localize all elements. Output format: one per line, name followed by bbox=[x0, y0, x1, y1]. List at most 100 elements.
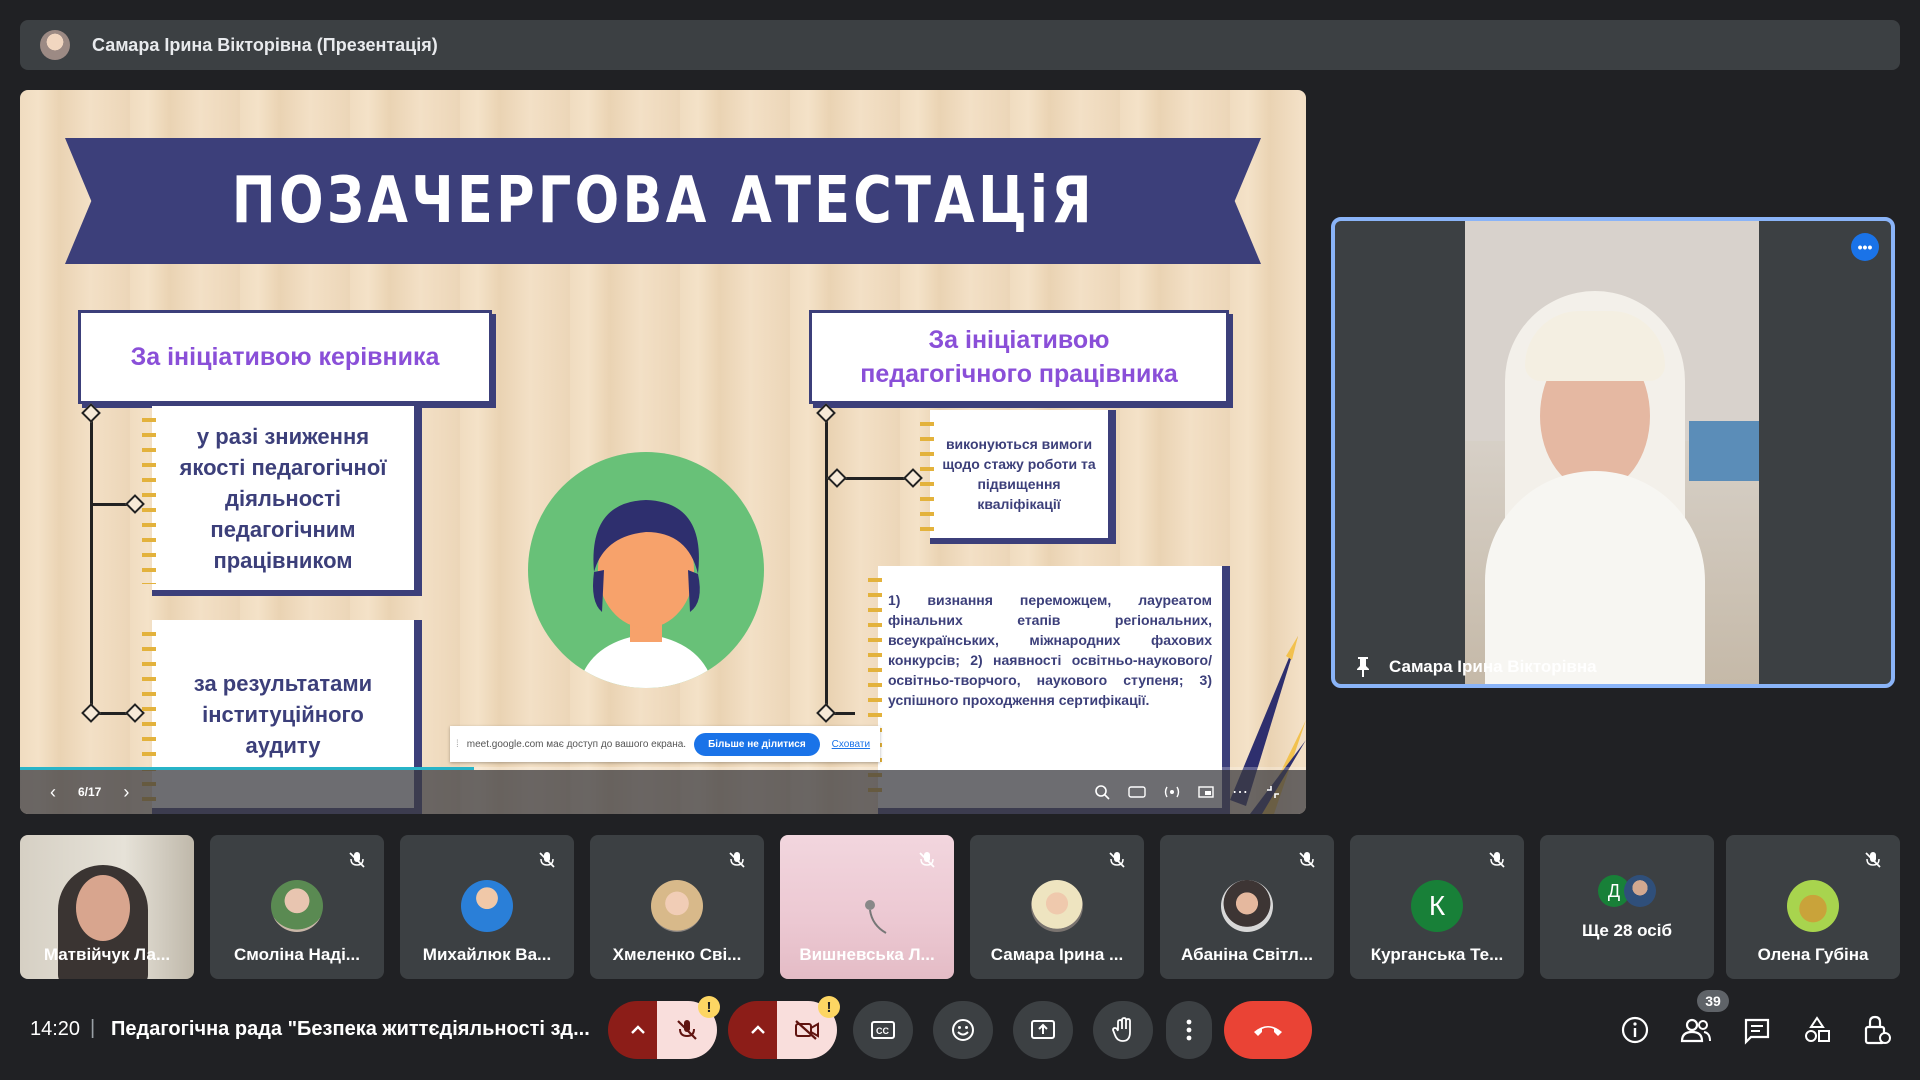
chat-icon[interactable] bbox=[1742, 1016, 1772, 1046]
participant-name: Курганська Те... bbox=[1370, 945, 1504, 964]
right-card-2-text: 1) визнання переможцем, лауреатом фіналь… bbox=[888, 592, 1212, 708]
camera-off-icon bbox=[795, 1020, 819, 1040]
next-slide-icon[interactable]: › bbox=[123, 782, 129, 803]
participant-avatar bbox=[1624, 875, 1656, 907]
drag-handle-icon[interactable]: ⁞ bbox=[456, 739, 459, 750]
exit-fullscreen-icon[interactable] bbox=[1266, 785, 1280, 799]
mic-off-icon bbox=[349, 852, 365, 868]
stop-sharing-button[interactable]: Більше не ділитися bbox=[694, 732, 820, 756]
more-options-button[interactable] bbox=[1166, 1001, 1212, 1059]
participant-tile[interactable]: Абаніна Світл... bbox=[1160, 835, 1334, 979]
more-options-button[interactable]: ••• bbox=[1851, 233, 1879, 261]
presenter-video-tile[interactable]: ••• Самара Ірина Вікторівна bbox=[1331, 217, 1895, 688]
mic-off-icon bbox=[1299, 852, 1315, 868]
left-card-1-text: у разі зниження якості педагогічної діял… bbox=[179, 423, 387, 573]
connector-node bbox=[81, 403, 101, 423]
participant-name: Матвійчук Ла... bbox=[43, 945, 171, 964]
chevron-up-icon bbox=[751, 1025, 765, 1034]
participant-avatar bbox=[461, 880, 513, 932]
more-participants-label: Ще 28 осіб bbox=[1582, 921, 1672, 940]
presentation-title: Самара Ірина Вікторівна (Презентація) bbox=[92, 34, 438, 55]
connector-node bbox=[816, 703, 836, 723]
left-card-2-text: за результатами інституційного аудиту bbox=[193, 670, 373, 758]
right-card-1: виконуються вимоги щодо стажу роботи та … bbox=[920, 410, 1116, 544]
participants-count-badge: 39 bbox=[1697, 990, 1729, 1012]
participant-tile[interactable]: Вишневська Л... bbox=[780, 835, 954, 979]
hang-up-icon bbox=[1254, 1026, 1282, 1036]
slide-controls: ‹ 6/17 › ⋯ bbox=[20, 770, 1306, 814]
participant-avatar bbox=[1221, 880, 1273, 932]
leave-call-button[interactable] bbox=[1224, 1001, 1312, 1059]
mic-off-icon bbox=[729, 852, 745, 868]
participant-name: Олена Губіна bbox=[1757, 945, 1869, 964]
connector-node bbox=[816, 403, 836, 423]
keyboard-icon[interactable] bbox=[1128, 785, 1146, 799]
svg-text:CC: CC bbox=[876, 1026, 889, 1036]
mic-off-icon bbox=[1865, 852, 1881, 868]
meeting-info-icon[interactable] bbox=[1620, 1015, 1650, 1045]
mic-off-icon bbox=[919, 852, 935, 868]
layout-icon[interactable] bbox=[1198, 785, 1214, 799]
participant-name: Смоліна Наді... bbox=[234, 945, 360, 964]
presenter-video bbox=[1465, 221, 1759, 684]
captions-icon: CC bbox=[871, 1021, 895, 1039]
prev-slide-icon[interactable]: ‹ bbox=[50, 782, 56, 803]
mic-off-icon bbox=[1489, 852, 1505, 868]
right-card-1-text: виконуються вимоги щодо стажу роботи та … bbox=[942, 436, 1096, 512]
emoji-icon bbox=[952, 1019, 974, 1041]
present-button[interactable] bbox=[1013, 1001, 1073, 1059]
participant-tile[interactable]: К Курганська Те... bbox=[1350, 835, 1524, 979]
participant-initial-avatar: К bbox=[1411, 880, 1463, 932]
captions-button[interactable]: CC bbox=[853, 1001, 913, 1059]
participant-avatar bbox=[271, 880, 323, 932]
camera-warning-badge: ! bbox=[818, 996, 840, 1018]
participant-tile[interactable]: Матвійчук Ла... bbox=[20, 835, 194, 979]
hide-notice-link[interactable]: Сховати bbox=[832, 739, 870, 750]
zoom-icon[interactable] bbox=[1094, 784, 1110, 800]
activities-icon[interactable] bbox=[1802, 1015, 1832, 1045]
slide-heading: ПОЗАЧЕРГОВА АТЕСТАЦіЯ bbox=[231, 164, 1095, 238]
participant-tile[interactable]: Хмеленко Сві... bbox=[590, 835, 764, 979]
more-options-icon[interactable]: ⋯ bbox=[1232, 782, 1248, 802]
participant-avatar bbox=[1031, 880, 1083, 932]
right-header-line-2: педагогічного працівника bbox=[860, 360, 1178, 388]
participant-name: Самара Ірина ... bbox=[990, 945, 1124, 964]
left-header-box: За ініціативою керівника bbox=[78, 310, 492, 404]
broadcast-icon[interactable] bbox=[1164, 784, 1180, 800]
power-cord-icon bbox=[865, 900, 887, 934]
participant-tile[interactable]: Олена Губіна bbox=[1726, 835, 1900, 979]
participant-tile[interactable]: Самара Ірина ... bbox=[970, 835, 1144, 979]
hand-icon bbox=[1112, 1017, 1131, 1042]
participant-avatar bbox=[1787, 880, 1839, 932]
shared-screen[interactable]: ПОЗАЧЕРГОВА АТЕСТАЦіЯ За ініціативою кер… bbox=[20, 90, 1306, 814]
mic-off-icon bbox=[539, 852, 555, 868]
screen-share-notice: ⁞ meet.google.com має доступ до вашого е… bbox=[450, 726, 880, 762]
reactions-button[interactable] bbox=[933, 1001, 993, 1059]
share-notice-text: meet.google.com має доступ до вашого екр… bbox=[466, 738, 687, 750]
participant-name: Хмеленко Сві... bbox=[612, 945, 742, 964]
more-participants-tile[interactable]: Д Ще 28 осіб bbox=[1540, 835, 1714, 979]
right-header-line-1: За ініціативою bbox=[928, 326, 1110, 354]
participant-tile[interactable]: Смоліна Наді... bbox=[210, 835, 384, 979]
slide-page-number: 6/17 bbox=[78, 785, 102, 799]
mic-off-icon bbox=[1109, 852, 1125, 868]
mic-warning-badge: ! bbox=[698, 996, 720, 1018]
participant-name: Михайлюк Ва... bbox=[422, 945, 552, 964]
connector-node bbox=[81, 703, 101, 723]
present-screen-icon bbox=[1031, 1020, 1055, 1039]
mic-off-icon bbox=[677, 1020, 697, 1040]
participant-avatar bbox=[651, 880, 703, 932]
connector-node bbox=[827, 468, 847, 488]
current-time: 14:20 bbox=[30, 1018, 81, 1040]
people-icon[interactable] bbox=[1680, 1015, 1712, 1045]
left-connector bbox=[90, 410, 93, 712]
presenter-name: Самара Ірина Вікторівна bbox=[1389, 657, 1597, 676]
right-header-box: За ініціативою педагогічного працівника bbox=[809, 310, 1229, 404]
chevron-up-icon bbox=[631, 1025, 645, 1034]
left-header-text: За ініціативою керівника bbox=[130, 342, 440, 371]
pin-icon[interactable] bbox=[1355, 656, 1371, 678]
right-connector bbox=[825, 412, 828, 712]
raise-hand-button[interactable] bbox=[1093, 1001, 1153, 1059]
host-controls-icon[interactable] bbox=[1862, 1014, 1892, 1046]
participant-tile[interactable]: Михайлюк Ва... bbox=[400, 835, 574, 979]
